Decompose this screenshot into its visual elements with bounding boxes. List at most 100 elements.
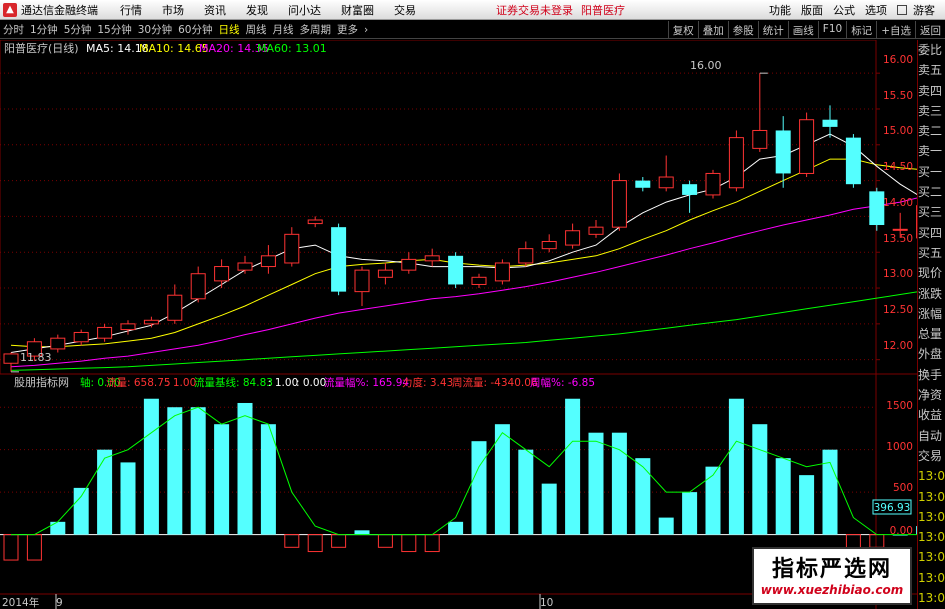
candle [401, 252, 417, 274]
btn-restore-rights[interactable]: 复权 [667, 21, 698, 39]
panel-time-7: 13:0 [918, 591, 945, 606]
guest-label[interactable]: 游客 [913, 2, 935, 18]
menu-layout[interactable]: 版面 [801, 2, 823, 18]
menu-news[interactable]: 资讯 [204, 2, 226, 18]
y-tick-13-5: 13.50 [883, 233, 913, 245]
candle [377, 262, 393, 285]
y-tick-16: 16.00 [883, 54, 913, 66]
period-monthly[interactable]: 月线 [270, 22, 297, 37]
panel-label-change-pct: 涨幅 [918, 306, 943, 321]
panel-label-sell5: 卖五 [918, 63, 943, 78]
candle [799, 112, 815, 178]
toolbar-right-buttons: 复权 叠加 参股 统计 画线 F10 标记 +自选 返回 [667, 21, 945, 39]
menu-discover[interactable]: 发现 [246, 2, 268, 18]
app-logo-icon: ▲ [3, 2, 17, 17]
sub-legend-baseline: 流量基线: 84.83 [194, 376, 273, 389]
candle-body-up [354, 269, 370, 293]
period-intraday[interactable]: 分时 [0, 22, 27, 37]
candle [260, 245, 276, 274]
btn-holdings[interactable]: 参股 [727, 21, 758, 39]
flow-bar-positive [658, 517, 674, 535]
candle-body-up [799, 119, 815, 174]
menu-wealth[interactable]: 财富圈 [341, 2, 374, 18]
candle-body-up [50, 337, 66, 350]
candle [190, 266, 206, 303]
btn-draw-line[interactable]: 画线 [787, 21, 818, 39]
candle-body-up [237, 262, 253, 271]
sub-legend-week-pct: 周幅%: -6.85 [530, 376, 595, 389]
panel-label-change: 涨跌 [918, 286, 943, 301]
period-5min[interactable]: 5分钟 [61, 22, 95, 37]
flow-bar-negative [869, 534, 885, 548]
panel-label-sell4: 卖四 [918, 83, 943, 98]
login-notice[interactable]: 证券交易未登录 [496, 2, 573, 18]
btn-stats[interactable]: 统计 [757, 21, 788, 39]
candle-body-up [167, 294, 183, 321]
candle [214, 259, 230, 289]
menu-ask[interactable]: 问小达 [288, 2, 321, 18]
period-1min[interactable]: 1分钟 [27, 22, 61, 37]
flow-bar-series [3, 398, 917, 561]
y-tick-13: 13.00 [883, 268, 913, 280]
flow-bar-positive [518, 449, 534, 535]
ma60-line [10, 291, 917, 371]
candle-body-up [611, 180, 627, 228]
flow-bar-positive [799, 475, 815, 535]
menu-quotes[interactable]: 行情 [120, 2, 142, 18]
btn-overlay[interactable]: 叠加 [697, 21, 728, 39]
btn-back[interactable]: 返回 [915, 21, 945, 39]
period-more[interactable]: 更多 [334, 22, 361, 37]
candle-body-down [331, 227, 347, 292]
period-30min[interactable]: 30分钟 [135, 22, 175, 37]
candle-body-down [845, 137, 861, 185]
candle-body-up [541, 240, 557, 250]
more-chevron-icon[interactable]: › [361, 24, 371, 36]
y-tick-14-5: 14.50 [883, 161, 913, 173]
flow-bar-negative [284, 534, 300, 548]
panel-label-trade[interactable]: 交易 [918, 446, 945, 466]
sub-legend-v1: : 1.00 [268, 377, 298, 389]
menu-options[interactable]: 选项 [865, 2, 887, 18]
period-15min[interactable]: 15分钟 [94, 22, 134, 37]
ma60-legend: MA60: 13.01 [257, 42, 327, 55]
panel-label-sell3: 卖三 [918, 103, 943, 118]
candle [822, 105, 838, 138]
chart-area[interactable]: 阳普医疗(日线) MA5: 14.18 MA10: 14.65 MA20: 14… [0, 40, 917, 609]
flow-bar-positive [752, 424, 768, 535]
panel-label-turnover: 换手 [918, 367, 943, 382]
btn-f10[interactable]: F10 [817, 21, 846, 39]
app-title: 通达信金融终端 [21, 3, 98, 17]
flow-bar-positive [775, 458, 791, 535]
sub-legend-strength: 力度: 3.43 [402, 376, 453, 389]
x-label-sep: 9 [56, 597, 63, 609]
period-60min[interactable]: 60分钟 [175, 22, 215, 37]
candle [705, 169, 721, 199]
flow-bar-positive [97, 449, 113, 535]
period-multi[interactable]: 多周期 [297, 22, 335, 37]
candle-body-up [471, 276, 487, 285]
candle-body-up [307, 219, 323, 225]
menu-formula[interactable]: 公式 [833, 2, 855, 18]
watermark-logo: 指标严选网 www.xuezhibiao.com [752, 547, 912, 605]
panel-label-auto[interactable]: 自动 [918, 426, 945, 446]
candle [448, 252, 464, 289]
flow-bar-negative [307, 534, 323, 553]
menu-trade[interactable]: 交易 [394, 2, 416, 18]
main-chart-title: 阳普医疗(日线) [4, 41, 79, 55]
right-menu-group: 功能 版面 公式 选项 游客 [769, 0, 945, 20]
sub-legend-week-flow: 周流量: -4340.06 [452, 376, 538, 389]
menu-market[interactable]: 市场 [162, 2, 184, 18]
menubar: ▲ 通达信金融终端 行情 市场 资讯 发现 问小达 财富圈 交易 证券交易未登录… [0, 0, 945, 20]
panel-time-6: 13:0 [918, 570, 945, 585]
menu-function[interactable]: 功能 [769, 2, 791, 18]
btn-add-watchlist[interactable]: +自选 [876, 21, 915, 39]
candle [307, 216, 323, 228]
period-daily[interactable]: 日线 [216, 22, 243, 37]
btn-mark[interactable]: 标记 [846, 21, 876, 39]
candle-body-up [565, 230, 581, 246]
restore-window-button[interactable] [897, 5, 907, 15]
candle-body-up [73, 331, 89, 343]
period-weekly[interactable]: 周线 [243, 22, 270, 37]
sub-y-tick-1500: 1500 [886, 400, 913, 412]
candle [3, 352, 19, 372]
